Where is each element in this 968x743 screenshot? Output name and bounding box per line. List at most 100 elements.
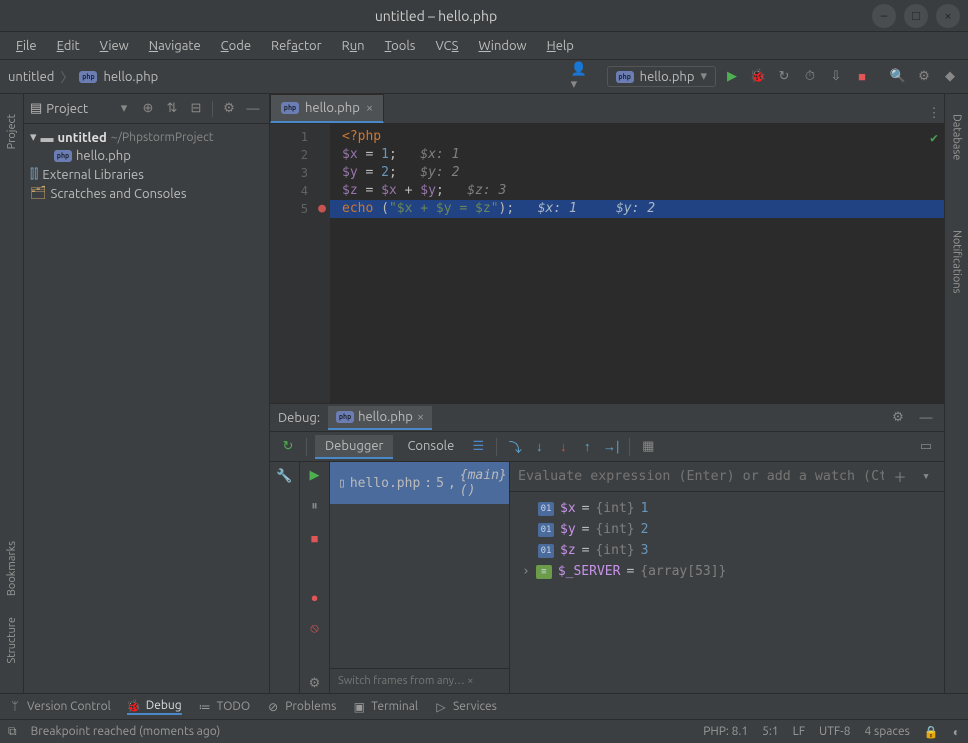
expand-watch-button[interactable]: ▾ xyxy=(916,467,936,487)
settings-button[interactable]: ⚙ xyxy=(914,67,934,87)
tool-tab-structure[interactable]: Structure xyxy=(6,617,18,664)
code-content[interactable]: ✔ <?php$x = 1; $x: 1$y = 2; $y: 2$z = $x… xyxy=(330,124,944,403)
expand-all-button[interactable]: ⇅ xyxy=(162,99,182,119)
bottom-tool-problems[interactable]: ⊘Problems xyxy=(266,700,336,714)
stack-frame[interactable]: ▯ hello.php:5, {main}() xyxy=(330,462,509,504)
project-tree[interactable]: ▾ ▬ untitled ~/PhpstormProject php hello… xyxy=(24,124,269,693)
more-settings-icon[interactable]: ⚙ xyxy=(305,674,325,693)
variable-row[interactable]: 01 $x = {int} 1 xyxy=(518,498,936,519)
breadcrumb-root[interactable]: untitled xyxy=(8,70,54,84)
variable-row[interactable]: 01 $z = {int} 3 xyxy=(518,540,936,561)
editor-tab-hello[interactable]: php hello.php × xyxy=(270,94,384,123)
bottom-tool-terminal[interactable]: ▣Terminal xyxy=(352,700,418,714)
menu-help[interactable]: Help xyxy=(539,35,582,57)
force-step-into-button[interactable]: ↓ xyxy=(553,437,573,457)
code-editor[interactable]: 12345 ● ✔ <?php$x = 1; $x: 1$y = 2; $y: … xyxy=(270,124,944,403)
tab-list-button[interactable]: ⋮ xyxy=(924,103,944,123)
close-icon[interactable]: × xyxy=(417,410,424,424)
menu-navigate[interactable]: Navigate xyxy=(141,35,209,57)
status-encoding[interactable]: UTF-8 xyxy=(819,725,850,738)
menu-window[interactable]: Window xyxy=(470,35,534,57)
status-php[interactable]: PHP: 8.1 xyxy=(703,725,748,738)
menu-vcs[interactable]: VCS xyxy=(427,35,466,57)
stop-debug-button[interactable]: ■ xyxy=(305,529,325,548)
bottom-tool-debug[interactable]: 🐞Debug xyxy=(127,699,182,715)
bottom-tool-todo[interactable]: ≔TODO xyxy=(198,700,251,714)
status-line-sep[interactable]: LF xyxy=(793,725,805,738)
run-config-selector[interactable]: php hello.php ▾ xyxy=(607,66,716,87)
stop-button[interactable]: ■ xyxy=(852,67,872,87)
variables-tree[interactable]: 01 $x = {int} 101 $y = {int} 201 $z = {i… xyxy=(510,492,944,693)
hide-button[interactable]: — xyxy=(916,408,936,428)
tab-debugger[interactable]: Debugger xyxy=(315,435,393,459)
ide-status-icon[interactable]: ◐ xyxy=(953,725,960,739)
step-out-button[interactable]: ↑ xyxy=(577,437,597,457)
evaluate-button[interactable]: ▦ xyxy=(638,437,658,457)
tool-tab-project[interactable]: Project xyxy=(6,114,18,149)
editor-area: php hello.php × ⋮ 12345 ● ✔ <?php$x = 1;… xyxy=(270,94,944,693)
pause-button[interactable]: ⏸ xyxy=(305,497,325,516)
status-icon[interactable]: ⧉ xyxy=(8,725,17,739)
menu-tools[interactable]: Tools xyxy=(377,35,424,57)
scratches-node[interactable]: 🗂 Scratches and Consoles xyxy=(24,184,269,203)
variable-row[interactable]: › ≡ $_SERVER = {array[53]} xyxy=(518,561,936,582)
close-tab-button[interactable]: × xyxy=(366,101,373,115)
menu-file[interactable]: File xyxy=(8,35,45,57)
hide-button[interactable]: — xyxy=(243,99,263,119)
collapse-all-button[interactable]: ⊟ xyxy=(186,99,206,119)
close-button[interactable]: × xyxy=(936,4,960,28)
external-libraries-node[interactable]: ⫿⫿ External Libraries xyxy=(24,165,269,184)
mute-breakpoints-button[interactable]: ⦸ xyxy=(305,619,325,638)
frame-file: hello.php xyxy=(350,476,420,491)
wrench-icon[interactable]: 🔧 xyxy=(275,466,295,486)
php-file-icon: php xyxy=(54,150,72,162)
step-into-button[interactable]: ↓ xyxy=(529,437,549,457)
status-cursor[interactable]: 5:1 xyxy=(762,725,779,738)
evaluate-input[interactable] xyxy=(518,469,884,484)
add-watch-button[interactable]: ＋ xyxy=(890,467,910,487)
run-button[interactable]: ▶ xyxy=(722,67,742,87)
view-breakpoints-button[interactable]: ● xyxy=(305,587,325,606)
variable-row[interactable]: 01 $y = {int} 2 xyxy=(518,519,936,540)
coverage-button[interactable]: ↻ xyxy=(774,67,794,87)
maximize-button[interactable]: □ xyxy=(904,4,928,28)
select-opened-file-button[interactable]: ▾ xyxy=(114,99,134,119)
bottom-tool-version-control[interactable]: ᛘVersion Control xyxy=(8,700,111,714)
tool-tab-bookmarks[interactable]: Bookmarks xyxy=(6,541,18,596)
ide-features-button[interactable]: ◆ xyxy=(940,67,960,87)
breadcrumb-file[interactable]: hello.php xyxy=(103,70,158,84)
search-everywhere-button[interactable]: 🔍 xyxy=(888,67,908,87)
project-root-node[interactable]: ▾ ▬ untitled ~/PhpstormProject xyxy=(24,128,269,147)
attach-button[interactable]: ⇩ xyxy=(826,67,846,87)
step-over-button[interactable]: ⤵ xyxy=(505,437,525,457)
threads-icon[interactable]: ☰ xyxy=(468,437,488,457)
target-icon[interactable]: ⊕ xyxy=(138,99,158,119)
menu-refactor[interactable]: Refactor xyxy=(263,35,330,57)
tool-tab-notifications[interactable]: Notifications xyxy=(951,230,963,293)
tool-tab-database[interactable]: Database xyxy=(951,114,963,160)
status-indent[interactable]: 4 spaces xyxy=(865,725,910,738)
bottom-tool-services[interactable]: ▷Services xyxy=(434,700,497,714)
menu-code[interactable]: Code xyxy=(213,35,259,57)
main-area: Project Bookmarks Structure ▤ Project ▾ … xyxy=(0,94,968,693)
user-icon[interactable]: 👤▾ xyxy=(571,67,591,87)
gear-icon[interactable]: ⚙ xyxy=(888,408,908,428)
gear-icon[interactable]: ⚙ xyxy=(219,99,239,119)
file-node-hello[interactable]: php hello.php xyxy=(24,147,269,165)
menu-edit[interactable]: Edit xyxy=(49,35,88,57)
lock-icon[interactable]: 🔒 xyxy=(924,725,939,739)
menu-run[interactable]: Run xyxy=(334,35,373,57)
layout-button[interactable]: ▭ xyxy=(916,437,936,457)
line-number-gutter[interactable]: 12345 xyxy=(270,124,314,403)
resume-button[interactable]: ▶ xyxy=(305,466,325,485)
rerun-button[interactable]: ↻ xyxy=(278,437,298,457)
minimize-button[interactable]: – xyxy=(872,4,896,28)
inspection-ok-icon[interactable]: ✔ xyxy=(930,130,938,148)
debug-button[interactable]: 🐞 xyxy=(748,67,768,87)
tab-console[interactable]: Console xyxy=(397,435,464,459)
profile-button[interactable]: ⏱ xyxy=(800,67,820,87)
debug-session-tab[interactable]: php hello.php × xyxy=(328,406,432,430)
breakpoint-gutter[interactable]: ● xyxy=(314,124,330,403)
run-to-cursor-button[interactable]: →| xyxy=(601,437,621,457)
menu-view[interactable]: View xyxy=(92,35,137,57)
